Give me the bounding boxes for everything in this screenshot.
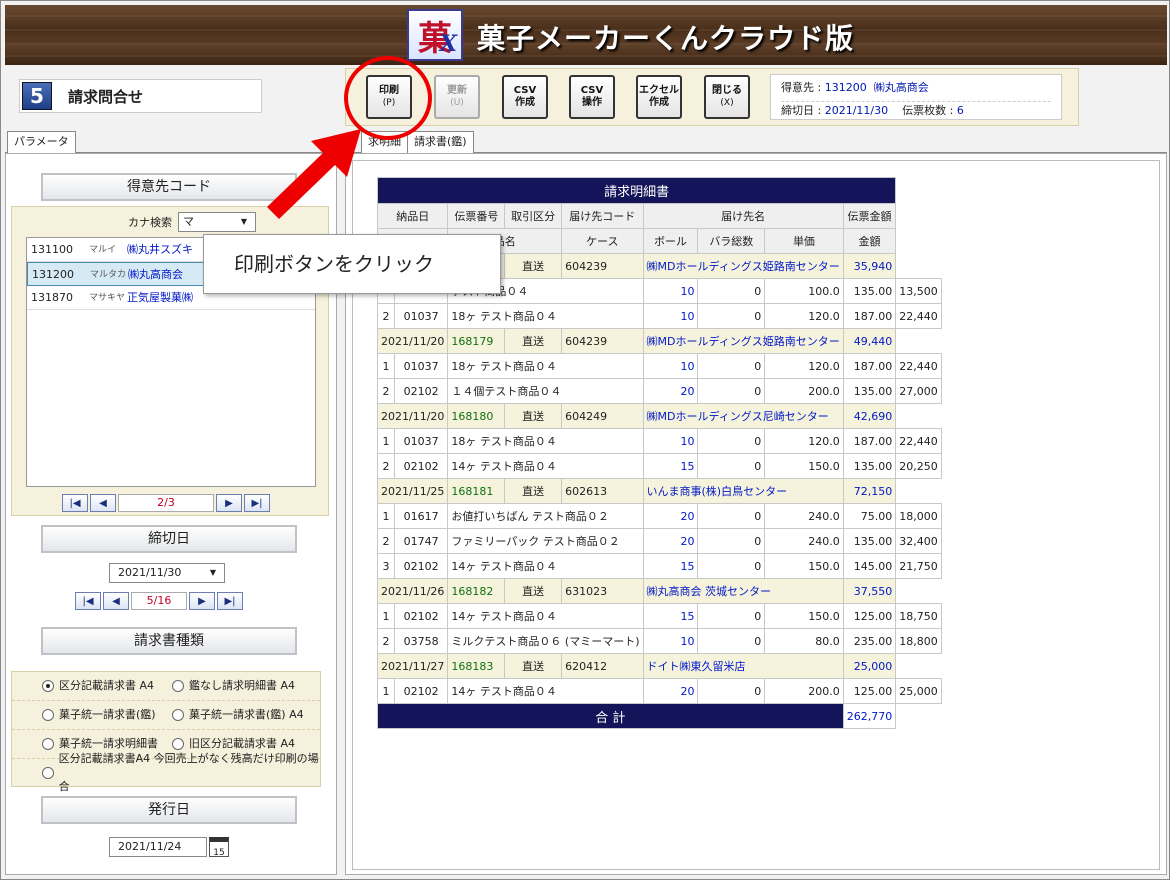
csv-create-button[interactable]: CSV 作成 bbox=[502, 75, 548, 119]
radio-type-1[interactable]: 鑑なし請求明細書 A4 bbox=[172, 672, 295, 700]
table-row[interactable]: 1 01037 18ヶ テスト商品０４ 10 0 120.0 187.00 22,440 bbox=[377, 353, 942, 379]
radio-type-3[interactable]: 菓子統一請求書(鑑) A4 bbox=[172, 701, 304, 729]
customer-label: 得意先 : bbox=[781, 81, 822, 94]
app-title: 菓子メーカーくんクラウド版 bbox=[477, 22, 855, 55]
cutoff-heading: 締切日 bbox=[41, 525, 297, 553]
tab-parameters[interactable]: パラメータ bbox=[7, 131, 76, 153]
customer-page-indicator: 2/3 bbox=[118, 494, 214, 512]
last-page-button[interactable]: ▶| bbox=[217, 592, 243, 610]
total-amount: 262,770 bbox=[842, 703, 897, 729]
issue-date-heading: 発行日 bbox=[41, 796, 297, 824]
slip-header-row[interactable]: 2021/11/20 168180 直送 604249 ㈱MDホールディングス尼崎センタ… bbox=[376, 403, 942, 429]
col-dest-name: 届け先名 bbox=[642, 203, 844, 229]
table-row[interactable]: 1 01617 お値打いちばん テスト商品０２ 20 0 240.0 75.00 18,000 bbox=[377, 503, 942, 529]
app-header: 菓X 菓子メーカーくんクラウド版 bbox=[5, 5, 1167, 65]
prev-page-button[interactable]: ◀ bbox=[103, 592, 129, 610]
csv-operate-button[interactable]: CSV 操作 bbox=[569, 75, 615, 119]
table-row[interactable]: 2 01747 ファミリーパック テスト商品０２ 20 0 240.0 135.00 32,4… bbox=[377, 528, 942, 554]
tab-invoice-summary[interactable]: 請求書(鑑) bbox=[407, 131, 474, 153]
toolbar: 印刷 (P) 更新 (U) CSV 作成 CSV 操作 エクセル 作成 閉じる (X) 得意… bbox=[345, 68, 1079, 126]
col-slip-no: 伝票番号 bbox=[447, 203, 506, 229]
col-slip-amount: 伝票金額 bbox=[842, 203, 897, 229]
kana-search-select[interactable]: マ ▼ bbox=[178, 212, 256, 232]
cutoff-date: 2021/11/30 bbox=[824, 104, 889, 117]
arrow-icon bbox=[267, 129, 361, 219]
cutoff-date-select[interactable]: 2021/11/30 ▼ bbox=[109, 563, 225, 583]
app-window: 菓X 菓子メーカーくんクラウド版 5 請求問合せ 印刷 (P) 更新 (U) CSV… bbox=[0, 0, 1170, 880]
radio-type-2[interactable]: 菓子統一請求書(鑑) bbox=[42, 701, 156, 729]
issue-date-input[interactable]: 2021/11/24 bbox=[109, 837, 207, 857]
slips-count: 6 bbox=[956, 104, 964, 117]
excel-create-button[interactable]: エクセル 作成 bbox=[636, 75, 682, 119]
radio-type-0[interactable]: 区分記載請求書 A4 bbox=[42, 672, 154, 700]
table-row[interactable]: 2 02102 １４個テスト商品０４ 20 0 200.0 135.00 27,000 bbox=[377, 378, 942, 404]
last-page-button[interactable]: ▶| bbox=[244, 494, 270, 512]
cutoff-page-indicator: 5/16 bbox=[131, 592, 187, 610]
col-bara: バラ総数 bbox=[697, 228, 766, 254]
cutoff-pager: |◀ ◀ 5/16 ▶ ▶| bbox=[75, 592, 243, 610]
col-trade-type: 取引区分 bbox=[504, 203, 563, 229]
app-logo: 菓X bbox=[407, 9, 463, 61]
next-page-button[interactable]: ▶ bbox=[216, 494, 242, 512]
close-button[interactable]: 閉じる (X) bbox=[704, 75, 750, 119]
invoice-type-group: 区分記載請求書 A4 鑑なし請求明細書 A4 菓子統一請求書(鑑) 菓子統一請求… bbox=[11, 671, 321, 793]
info-panel: 得意先 : 131200 ㈱丸高商会 締切日 : 2021/11/30 伝票枚数… bbox=[770, 74, 1062, 120]
table-row[interactable]: 2 03758 ミルクテスト商品０６ (マミーマート) 10 0 80.0 235.00 18… bbox=[377, 628, 942, 654]
customer-name: ㈱丸高商会 bbox=[873, 81, 929, 94]
instruction-callout: 印刷ボタンをクリック bbox=[203, 234, 501, 294]
radio-type-6[interactable]: 区分記載請求書A4 今回売上がなく残高だけ印刷の場合 bbox=[42, 752, 320, 793]
next-page-button[interactable]: ▶ bbox=[189, 592, 215, 610]
first-page-button[interactable]: |◀ bbox=[62, 494, 88, 512]
slip-header-row[interactable]: 2021/11/25 168181 直送 602613 いんま商事(株)白鳥センター 72… bbox=[376, 478, 942, 504]
invoice-type-heading: 請求書種類 bbox=[41, 627, 297, 655]
total-label: 合 計 bbox=[377, 703, 844, 729]
chevron-down-icon: ▼ bbox=[209, 568, 216, 577]
calendar-icon[interactable]: 15 bbox=[209, 837, 229, 858]
slip-header-row[interactable]: 2021/11/26 168182 直送 631023 ㈱丸高商会 茨城センター 37,5… bbox=[376, 578, 942, 604]
table-row[interactable]: 2 01037 18ヶ テスト商品０４ 10 0 120.0 187.00 22,440 bbox=[377, 303, 942, 329]
customer-code-heading: 得意先コード bbox=[41, 173, 297, 201]
screen-title-box: 5 請求問合せ bbox=[19, 79, 262, 113]
customer-pager: |◀ ◀ 2/3 ▶ ▶| bbox=[62, 494, 270, 512]
table-row[interactable]: 1 02102 14ヶ テスト商品０４ 15 0 150.0 125.00 18,750 bbox=[377, 603, 942, 629]
screen-title: 請求問合せ bbox=[68, 87, 144, 106]
col-dest-code: 届け先コード bbox=[561, 203, 644, 229]
cutoff-label: 締切日 : bbox=[781, 104, 822, 117]
chevron-down-icon: ▼ bbox=[240, 217, 247, 226]
invoice-title: 請求明細書 bbox=[376, 177, 897, 204]
kana-search-label: カナ検索 bbox=[128, 216, 172, 229]
table-row[interactable]: 1 01037 18ヶ テスト商品０４ 10 0 120.0 187.00 22,440 bbox=[377, 428, 942, 454]
table-row[interactable]: 3 02102 14ヶ テスト商品０４ 15 0 150.0 145.00 21,750 bbox=[377, 553, 942, 579]
slip-header-row[interactable]: 2021/11/27 168183 直送 620412 ドイト㈱東久留米店 25,000 bbox=[376, 653, 942, 679]
slip-header-row[interactable]: 2021/11/20 168179 直送 604239 ㈱MDホールディングス姫路南セン… bbox=[376, 328, 942, 354]
col-price: 単価 bbox=[764, 228, 844, 254]
slips-label: 伝票枚数 : bbox=[902, 104, 954, 117]
first-page-button[interactable]: |◀ bbox=[75, 592, 101, 610]
screen-number-badge: 5 bbox=[22, 82, 52, 110]
col-ball: ボール bbox=[642, 228, 699, 254]
table-row[interactable]: 1 02102 14ヶ テスト商品０４ 20 0 200.0 125.00 25,000 bbox=[377, 678, 942, 704]
table-row[interactable]: 2 02102 14ヶ テスト商品０４ 15 0 150.0 135.00 20,250 bbox=[377, 453, 942, 479]
update-button[interactable]: 更新 (U) bbox=[434, 75, 480, 119]
col-amount: 金額 bbox=[842, 228, 897, 254]
prev-page-button[interactable]: ◀ bbox=[90, 494, 116, 512]
col-case: ケース bbox=[561, 228, 644, 254]
customer-code: 131200 bbox=[824, 81, 867, 94]
right-tab-bar: 求明細 請求書(鑑) bbox=[345, 131, 1167, 153]
